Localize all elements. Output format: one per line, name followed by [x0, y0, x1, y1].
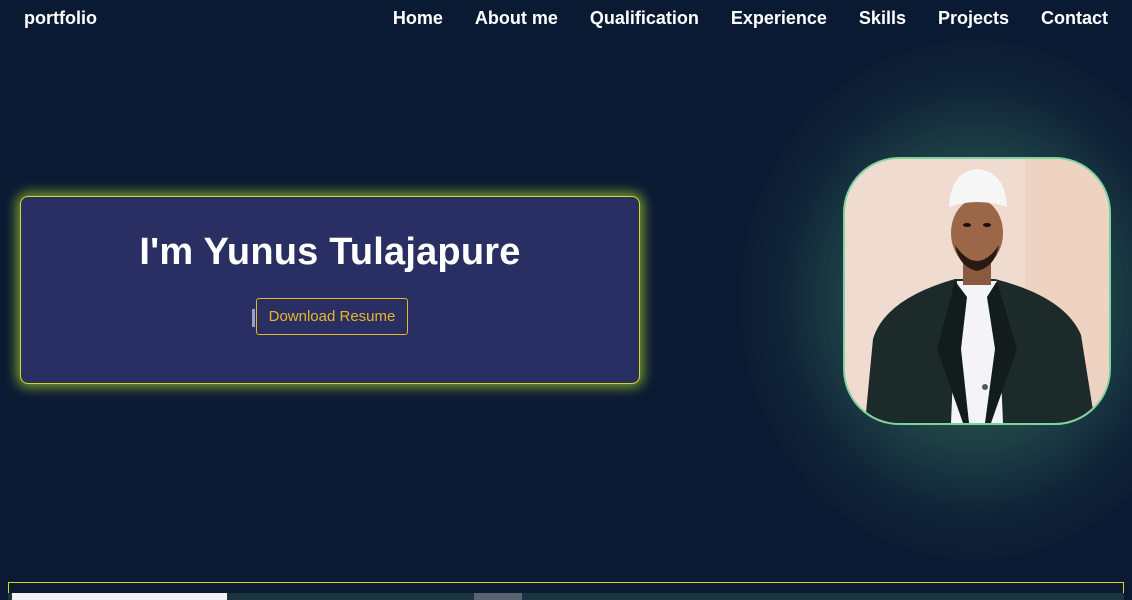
hero-title: I'm Yunus Tulajapure: [139, 231, 521, 273]
nav-projects[interactable]: Projects: [938, 8, 1009, 29]
nav-skills[interactable]: Skills: [859, 8, 906, 29]
portfolio-page: portfolio Home About me Qualification Ex…: [0, 0, 1132, 600]
navbar: portfolio Home About me Qualification Ex…: [0, 0, 1132, 36]
profile-photo: [843, 157, 1111, 425]
hero-card: I'm Yunus Tulajapure Download Resume: [20, 196, 640, 384]
nav-links: Home About me Qualification Experience S…: [393, 8, 1108, 29]
nav-about-me[interactable]: About me: [475, 8, 558, 29]
hero-actions: Download Resume: [21, 298, 639, 335]
brand-logo[interactable]: portfolio: [24, 8, 97, 29]
nav-home[interactable]: Home: [393, 8, 443, 29]
download-resume-button[interactable]: Download Resume: [255, 298, 409, 335]
text-cursor: [251, 308, 255, 327]
nav-qualification[interactable]: Qualification: [590, 8, 699, 29]
preview-thumbnail: [12, 593, 227, 600]
nav-experience[interactable]: Experience: [731, 8, 827, 29]
preview-thumbnail: [474, 593, 522, 600]
profile-photo-image: [845, 159, 1109, 423]
nav-contact[interactable]: Contact: [1041, 8, 1108, 29]
